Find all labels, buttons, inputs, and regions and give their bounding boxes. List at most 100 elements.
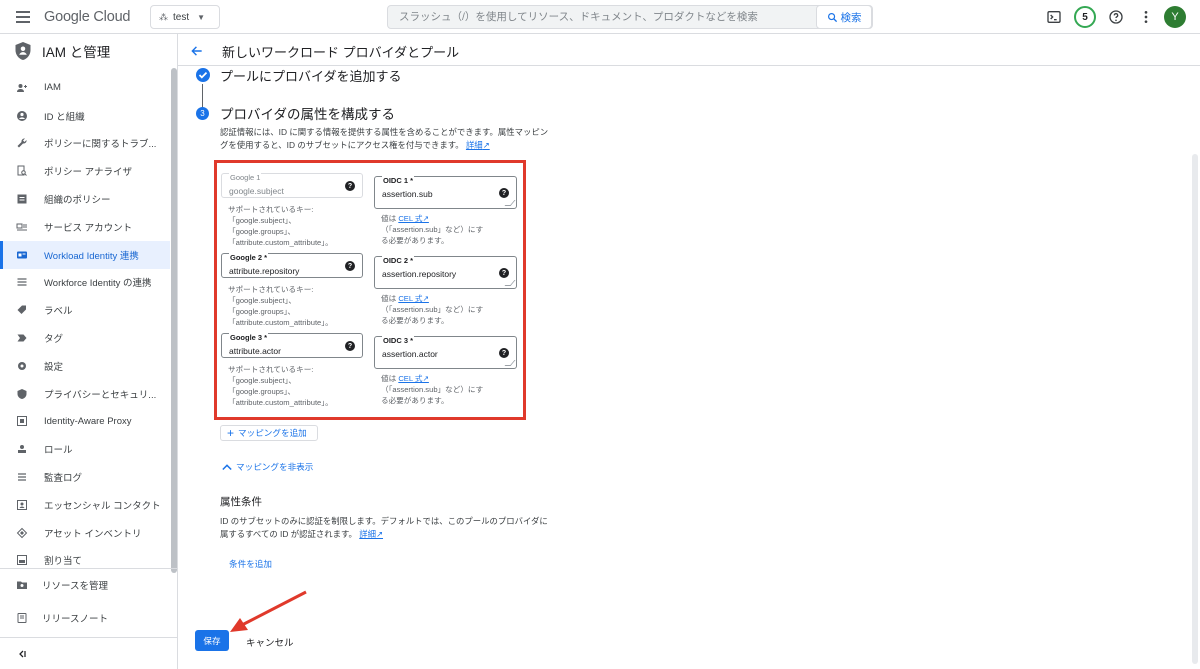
oidc-attribute-field[interactable]: OIDC 2 * assertion.repository? — [374, 256, 517, 289]
sidebar-item[interactable]: サービス アカウント — [0, 213, 170, 241]
sidebar-item[interactable]: ID と組織 — [0, 102, 170, 130]
release-notes-link[interactable]: リリースノート — [0, 602, 178, 634]
oidc-attribute-label: OIDC 3 * — [382, 336, 415, 345]
google-attribute-field[interactable]: Google 3 * attribute.actor? — [221, 333, 363, 358]
cel-link[interactable]: CEL 式 — [398, 294, 422, 303]
add-condition-button[interactable]: 条件を追加 — [229, 558, 272, 570]
help-icon[interactable] — [1108, 9, 1124, 25]
google-attribute-value: attribute.actor — [229, 346, 281, 356]
collapse-sidebar-button[interactable] — [0, 637, 178, 669]
hide-mapping-button[interactable]: マッピングを非表示 — [222, 461, 313, 473]
google-attribute-field[interactable]: Google 2 * attribute.repository? — [221, 253, 363, 278]
search-button[interactable]: 検索 — [816, 5, 872, 29]
cel-hint: 値は CEL 式↗ （「assertion.sub」など）にす る必要があります。 — [381, 293, 511, 326]
sidebar-item[interactable]: アセット インベントリ — [0, 519, 170, 547]
search-button-label: 検索 — [840, 11, 862, 24]
save-button[interactable]: 保存 — [195, 630, 229, 651]
resize-handle-icon[interactable] — [504, 280, 516, 286]
sidebar-item-label: アセット インベントリ — [44, 528, 142, 540]
search-bar: 検索 — [387, 5, 873, 29]
cel-hint-prefix: 値は — [381, 214, 397, 223]
supported-keys-hint: サポートされているキー: 「google.subject」、 「google.g… — [228, 365, 333, 407]
condition-details-link[interactable]: 詳細 — [359, 529, 376, 539]
oidc-attribute-field[interactable]: OIDC 1 * assertion.sub? — [374, 176, 517, 209]
service-account-icon — [16, 223, 27, 231]
add-mapping-label: マッピングを追加 — [238, 428, 307, 438]
logo-google: Google — [44, 9, 90, 25]
sidebar-item[interactable]: プライバシーとセキュリ... — [0, 380, 170, 408]
google-attribute-field: Google 1 google.subject? — [221, 173, 363, 198]
help-icon[interactable]: ? — [499, 188, 509, 198]
shield-icon — [17, 388, 27, 399]
more-vert-icon[interactable] — [1138, 9, 1154, 25]
step1-title[interactable]: プールにプロバイダを追加する — [220, 66, 401, 85]
cel-hint: 値は CEL 式↗ （「assertion.sub」など）にす る必要があります。 — [381, 213, 511, 246]
sidebar-item[interactable]: Identity-Aware Proxy — [0, 408, 170, 436]
sidebar-title: IAM と管理 — [42, 45, 111, 60]
help-icon[interactable]: ? — [499, 348, 509, 358]
step-connector — [202, 84, 203, 108]
google-attribute-value: google.subject — [229, 186, 284, 196]
sidebar-item[interactable]: IAM — [0, 74, 170, 102]
cel-link[interactable]: CEL 式 — [398, 214, 422, 223]
sidebar-item[interactable]: ポリシー アナライザ — [0, 157, 170, 185]
help-icon[interactable]: ? — [345, 181, 355, 191]
sidebar-item[interactable]: タグ — [0, 324, 170, 352]
collapse-icon — [19, 650, 26, 657]
sidebar-header: IAM と管理 — [0, 34, 178, 68]
help-icon[interactable]: ? — [345, 341, 355, 351]
oidc-attribute-value: assertion.sub — [382, 189, 433, 199]
sidebar-item[interactable]: Workforce Identity の連携 — [0, 269, 170, 297]
google-attribute-value: attribute.repository — [229, 266, 300, 276]
oidc-attribute-value: assertion.actor — [382, 349, 438, 359]
sidebar-item[interactable]: ラベル — [0, 296, 170, 324]
cel-hint-line2: （「assertion.sub」など）にす — [381, 385, 484, 394]
cel-hint-line3: る必要があります。 — [381, 236, 449, 245]
help-icon[interactable]: ? — [345, 261, 355, 271]
sidebar-item[interactable]: 組織のポリシー — [0, 185, 170, 213]
add-mapping-button[interactable]: + マッピングを追加 — [220, 425, 318, 441]
cel-hint-line2: （「assertion.sub」など）にす — [381, 225, 484, 234]
sidebar-item[interactable]: ロール — [0, 435, 170, 463]
sidebar-item[interactable]: エッセンシャル コンタクト — [0, 491, 170, 519]
sidebar-item-label: 組織のポリシー — [44, 195, 111, 207]
sidebar-item[interactable]: Workload Identity 連携 — [0, 240, 170, 269]
details-link[interactable]: 詳細 — [466, 140, 483, 150]
help-icon[interactable]: ? — [499, 268, 509, 278]
resize-handle-icon[interactable] — [504, 200, 516, 206]
sidebar-item-label: プライバシーとセキュリ... — [44, 389, 157, 401]
cel-link[interactable]: CEL 式 — [398, 374, 422, 383]
quota-icon — [17, 555, 27, 566]
google-cloud-logo[interactable]: Google Cloud — [44, 9, 130, 25]
manage-resources-label: リソースを管理 — [42, 580, 109, 592]
sidebar-item[interactable]: ポリシーに関するトラブ... — [0, 130, 170, 158]
avatar[interactable]: Y — [1164, 6, 1186, 28]
sidebar-item-label: Workload Identity 連携 — [44, 250, 139, 262]
sidebar-item-label: ラベル — [44, 306, 73, 318]
document-search-icon — [17, 165, 27, 177]
sidebar-item-label: Identity-Aware Proxy — [44, 415, 132, 427]
oidc-attribute-field[interactable]: OIDC 3 * assertion.actor? — [374, 336, 517, 369]
condition-description: ID のサブセットのみに認証を制限します。デフォルトでは、このプールのプロバイダ… — [220, 515, 550, 541]
sidebar-item[interactable]: 設定 — [0, 352, 170, 380]
cancel-button[interactable]: キャンセル — [246, 635, 294, 649]
google-attribute-label: Google 1 — [229, 173, 262, 182]
search-input[interactable] — [388, 6, 818, 28]
sidebar-scrollbar[interactable] — [171, 68, 177, 573]
oidc-attribute-label: OIDC 1 * — [382, 176, 415, 185]
page-scrollbar[interactable] — [1192, 154, 1198, 664]
audit-log-icon — [18, 473, 26, 481]
back-arrow-icon[interactable] — [190, 44, 204, 58]
notifications-badge[interactable]: 5 — [1074, 6, 1096, 28]
resize-handle-icon[interactable] — [504, 360, 516, 366]
supported-keys-hint: サポートされているキー: 「google.subject」、 「google.g… — [228, 205, 333, 247]
condition-description-text: ID のサブセットのみに認証を制限します。デフォルトでは、このプールのプロバイダ… — [220, 516, 548, 539]
sidebar-item-label: ID と組織 — [44, 111, 85, 123]
project-selector[interactable]: ⁂ test ▼ — [150, 5, 220, 29]
menu-icon[interactable] — [16, 11, 30, 23]
cloud-shell-icon[interactable] — [1046, 9, 1062, 25]
condition-title: 属性条件 — [220, 496, 262, 508]
sidebar-item[interactable]: 監査ログ — [0, 463, 170, 491]
manage-resources-link[interactable]: リソースを管理 — [0, 568, 178, 600]
google-attribute-label: Google 2 * — [229, 253, 269, 262]
